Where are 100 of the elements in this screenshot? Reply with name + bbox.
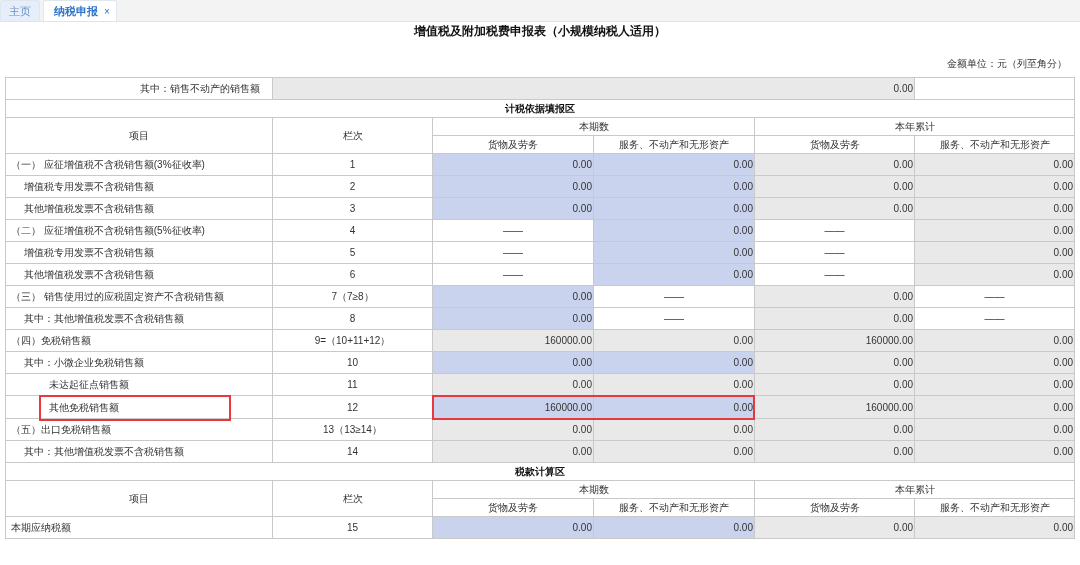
amount-cell: ——	[914, 307, 1075, 330]
line-number: 7（7≥8）	[331, 290, 374, 302]
input-cell[interactable]: 0.00	[432, 285, 594, 308]
column-header: 服务、不动产和无形资产	[593, 135, 755, 154]
item-label: 其他增值税发票不含税销售额	[24, 267, 154, 282]
column-header: 货物及劳务	[754, 498, 915, 517]
line-number: 15	[346, 522, 359, 533]
line-number: 13（13≥14）	[323, 423, 382, 435]
column-group-header: 本年累计	[754, 117, 1075, 136]
amount-cell: ——	[754, 263, 915, 286]
line-number: 1	[349, 159, 356, 170]
input-cell[interactable]: 0.00	[593, 351, 755, 374]
column-group-header: 本期数	[432, 480, 755, 499]
column-header: 项目	[5, 117, 273, 154]
input-cell[interactable]: 0.00	[593, 263, 755, 286]
amount-cell: 0.00	[593, 418, 755, 441]
amount-cell: 0.00	[754, 197, 915, 220]
item-label: 其中：小微企业免税销售额	[24, 355, 144, 370]
column-header: 货物及劳务	[754, 135, 915, 154]
input-cell[interactable]: 0.00	[432, 153, 594, 176]
column-header: 服务、不动产和无形资产	[914, 498, 1075, 517]
amount-cell: 0.00	[914, 418, 1075, 441]
amount-cell: 0.00	[914, 516, 1075, 539]
line-number: 11	[347, 379, 358, 390]
input-cell[interactable]: 160000.00	[432, 395, 594, 419]
input-cell[interactable]: 0.00	[593, 241, 755, 264]
amount-cell: 0.00	[914, 263, 1075, 286]
amount-cell: 160000.00	[754, 329, 915, 352]
input-cell[interactable]: 0.00	[432, 351, 594, 374]
item-label: （四）免税销售额	[11, 333, 91, 348]
line-number: 14	[346, 446, 359, 457]
input-cell[interactable]: 0.00	[432, 175, 594, 198]
form-title: 增值税及附加税费申报表（小规模纳税人适用）	[412, 23, 667, 39]
amount-cell: ——	[432, 241, 594, 264]
section-title: 税款计算区	[5, 462, 1075, 481]
section-title: 计税依据填报区	[5, 99, 1075, 118]
unit-note: 金额单位：元（列至角分）	[946, 57, 1068, 71]
amount-cell: 0.00	[432, 418, 594, 441]
input-cell[interactable]: 0.00	[432, 307, 594, 330]
amount-cell: ——	[593, 307, 755, 330]
input-cell[interactable]: 0.00	[593, 175, 755, 198]
amount-cell: 0.00	[914, 197, 1075, 220]
amount-cell: ——	[432, 263, 594, 286]
amount-cell: 0.00	[754, 153, 915, 176]
column-group-header: 本年累计	[754, 480, 1075, 499]
input-cell[interactable]: 0.00	[593, 516, 755, 539]
amount-cell: 0.00	[754, 516, 915, 539]
amount-cell: 160000.00	[432, 329, 594, 352]
column-header: 货物及劳务	[432, 135, 594, 154]
amount-cell: 0.00	[914, 329, 1075, 352]
amount-cell: 0.00	[593, 329, 755, 352]
amount-cell: 0.00	[272, 77, 915, 100]
column-header: 服务、不动产和无形资产	[914, 135, 1075, 154]
amount-cell: ——	[593, 285, 755, 308]
line-number: 2	[349, 181, 356, 192]
amount-cell: 0.00	[914, 395, 1075, 419]
input-cell[interactable]: 0.00	[593, 219, 755, 242]
item-label: （三） 销售使用过的应税固定资产不含税销售额	[11, 289, 224, 304]
line-number: 10	[346, 357, 359, 368]
amount-cell: 0.00	[754, 418, 915, 441]
item-label: 增值税专用发票不含税销售额	[24, 245, 154, 260]
amount-cell: 0.00	[914, 241, 1075, 264]
line-number: 8	[349, 313, 356, 324]
amount-cell: 0.00	[914, 373, 1075, 396]
line-number: 9=（10+11+12）	[314, 334, 391, 346]
amount-cell: ——	[914, 285, 1075, 308]
column-header: 项目	[5, 480, 273, 517]
input-cell[interactable]: 0.00	[432, 197, 594, 220]
amount-cell: ——	[754, 241, 915, 264]
amount-cell: 0.00	[593, 373, 755, 396]
item-label: 其他增值税发票不含税销售额	[24, 201, 154, 216]
close-icon[interactable]: ×	[104, 5, 110, 17]
line-number: 3	[349, 203, 356, 214]
amount-cell: 0.00	[754, 307, 915, 330]
item-label: 其中：其他增值税发票不含税销售额	[24, 311, 184, 326]
amount-cell: 0.00	[914, 175, 1075, 198]
input-cell[interactable]: 0.00	[593, 153, 755, 176]
amount-cell: 0.00	[914, 440, 1075, 463]
item-label: 本期应纳税额	[11, 520, 71, 535]
line-number: 5	[349, 247, 356, 258]
item-label: （二） 应征增值税不含税销售额(5%征收率)	[11, 223, 205, 238]
amount-cell: 0.00	[432, 440, 594, 463]
column-header: 货物及劳务	[432, 498, 594, 517]
amount-cell: ——	[754, 219, 915, 242]
amount-cell: 0.00	[754, 285, 915, 308]
tab[interactable]: 纳税申报 ×	[43, 0, 117, 21]
column-header: 服务、不动产和无形资产	[593, 498, 755, 517]
highlighted-item-label: 其他免税销售额	[39, 395, 231, 421]
input-cell[interactable]: 0.00	[432, 516, 594, 539]
amount-cell: 0.00	[754, 351, 915, 374]
amount-cell: ——	[432, 219, 594, 242]
item-label: 未达起征点销售额	[49, 377, 129, 392]
input-cell[interactable]: 0.00	[593, 197, 755, 220]
amount-cell: 0.00	[593, 440, 755, 463]
item-label: 其中：其他增值税发票不含税销售额	[24, 444, 184, 459]
amount-cell: 0.00	[914, 351, 1075, 374]
amount-cell: 160000.00	[754, 395, 915, 419]
column-group-header: 本期数	[432, 117, 755, 136]
item-label: （一） 应征增值税不含税销售额(3%征收率)	[11, 157, 205, 172]
line-number: 6	[349, 269, 356, 280]
